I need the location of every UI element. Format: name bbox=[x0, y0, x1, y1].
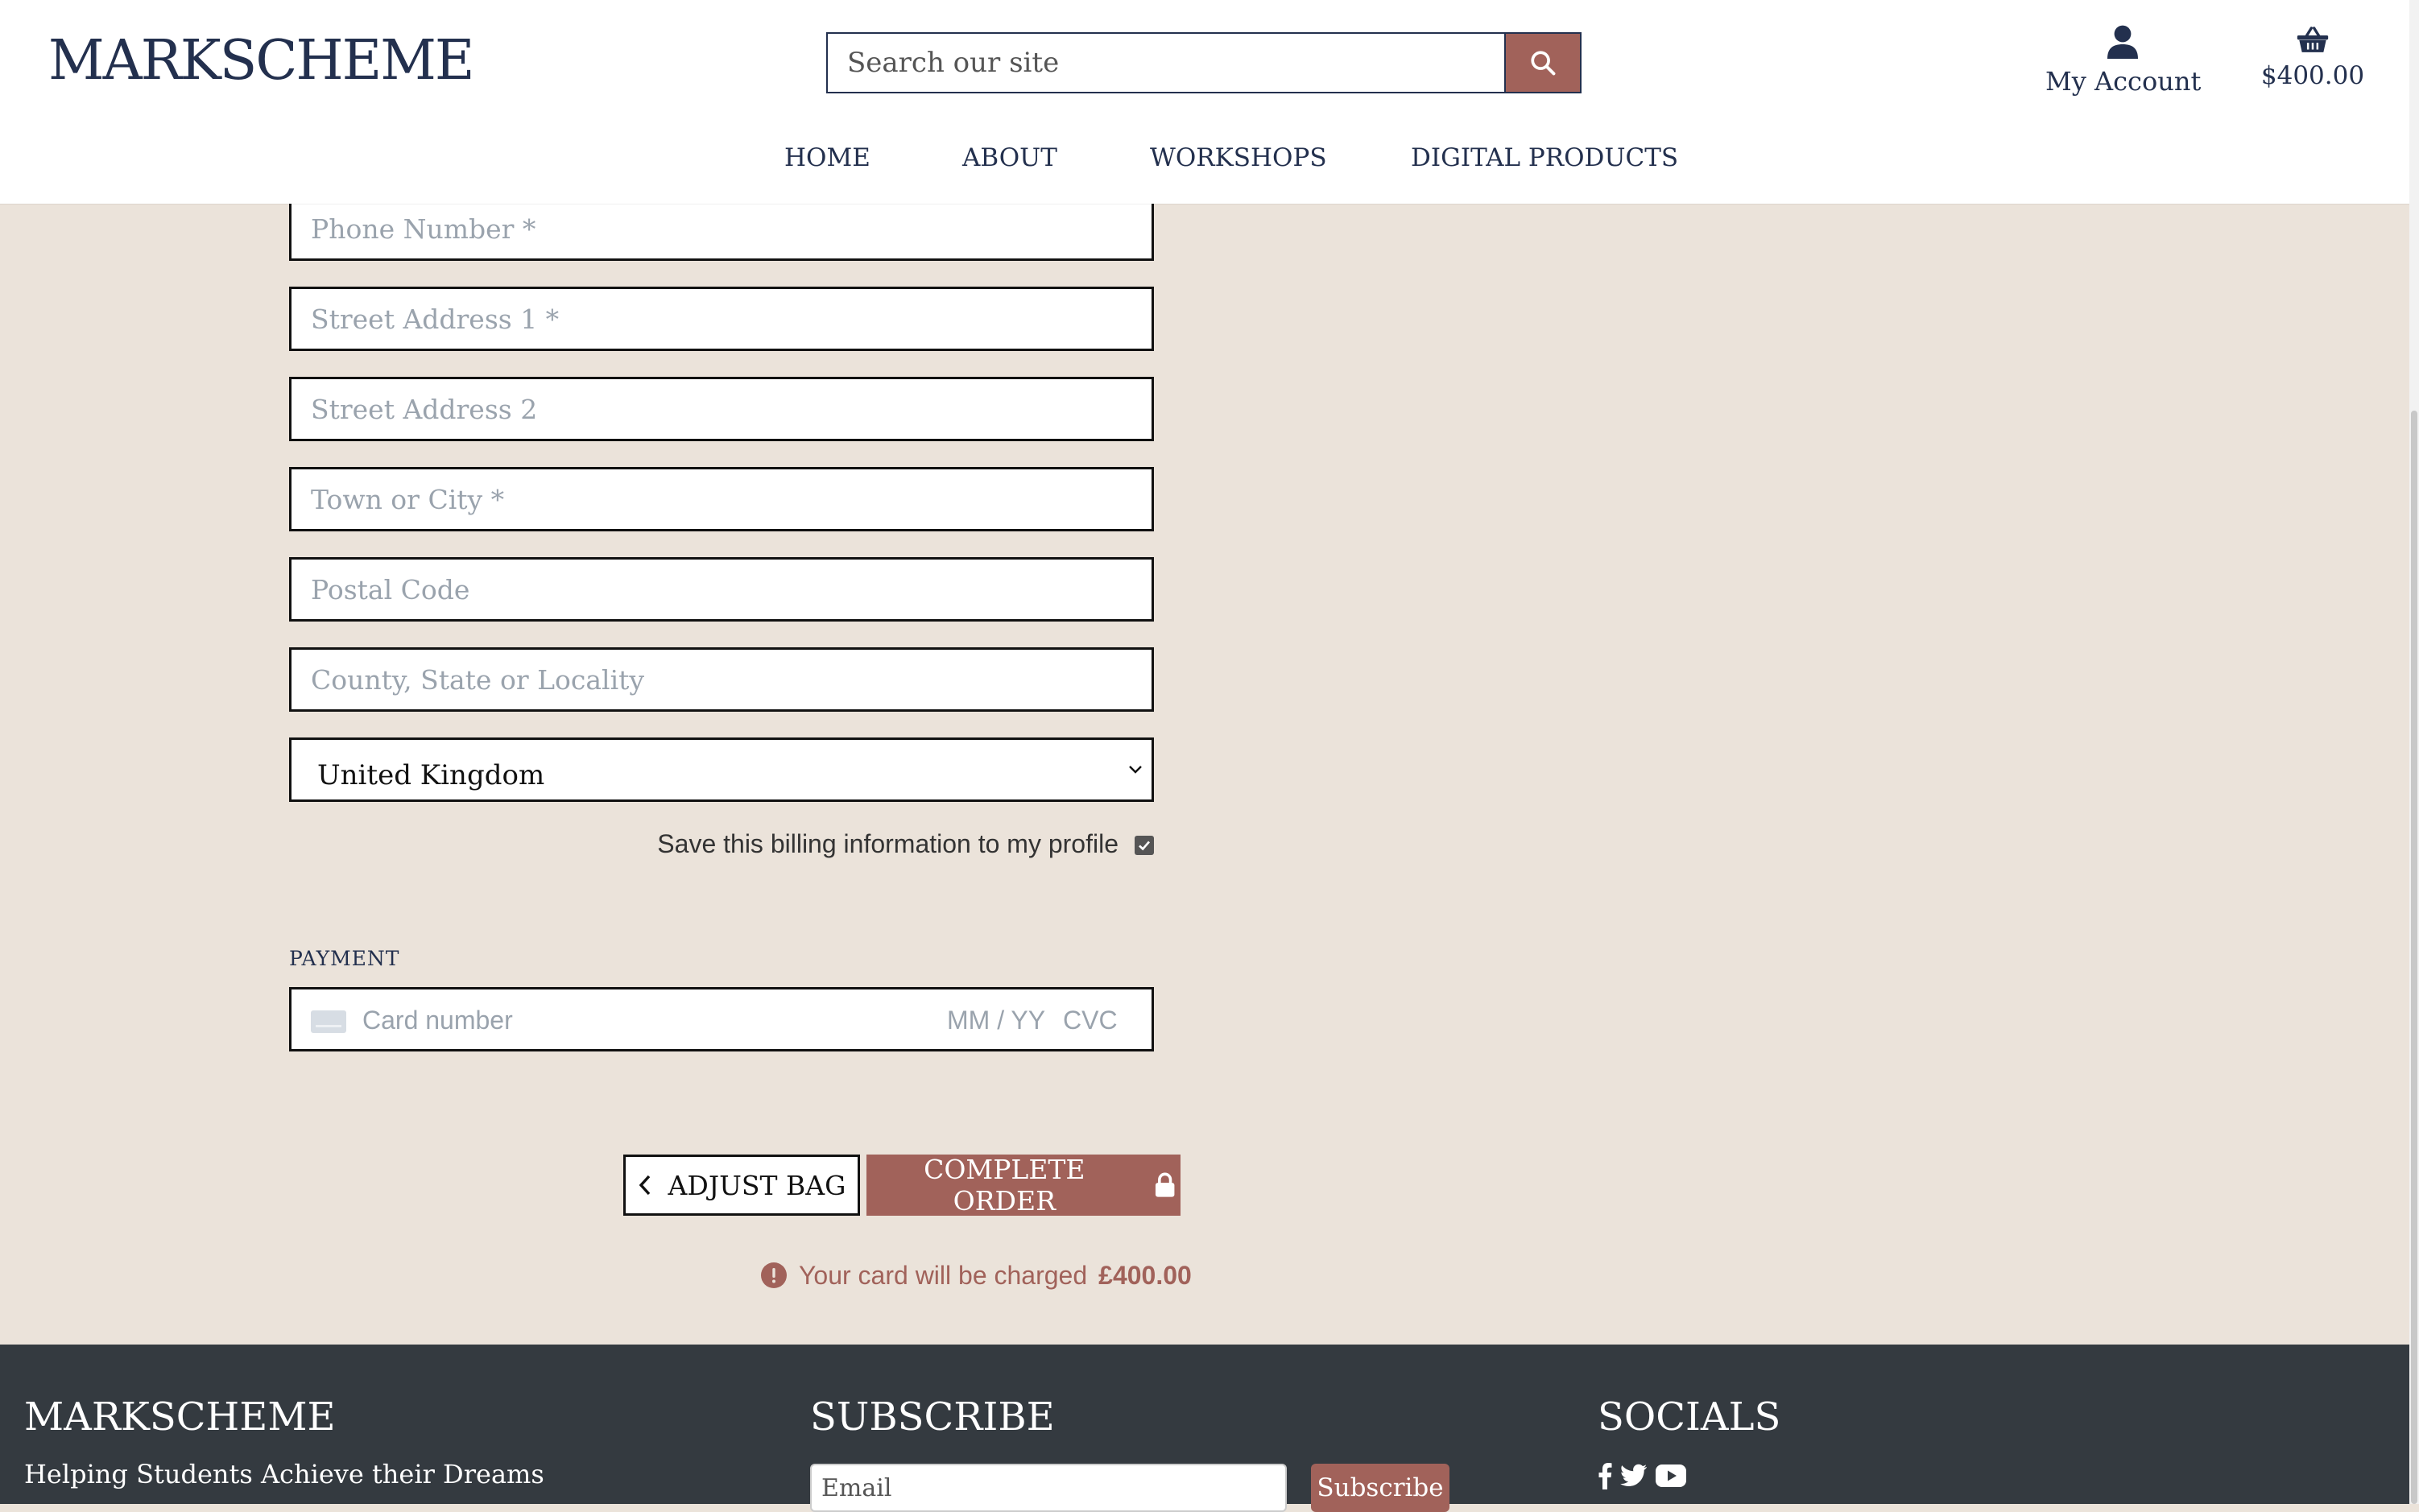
lock-icon bbox=[1155, 1172, 1175, 1197]
youtube-icon[interactable] bbox=[1656, 1464, 1686, 1487]
card-cvc-placeholder: CVC bbox=[1063, 1006, 1118, 1035]
footer-tagline: Helping Students Achieve their Dreams bbox=[24, 1459, 544, 1489]
credit-card-icon bbox=[311, 1010, 346, 1033]
card-input[interactable]: Card number MM / YY CVC bbox=[289, 987, 1154, 1051]
exclamation-circle-icon bbox=[761, 1262, 787, 1288]
search-button[interactable] bbox=[1504, 32, 1582, 93]
site-footer: MARKSCHEME Helping Students Achieve thei… bbox=[0, 1345, 2409, 1512]
country-select[interactable]: United Kingdom bbox=[289, 737, 1154, 802]
county-input[interactable] bbox=[289, 647, 1154, 712]
street-address-2-input[interactable] bbox=[289, 377, 1154, 441]
subscribe-heading: SUBSCRIBE bbox=[810, 1394, 1055, 1440]
nav-about[interactable]: ABOUT bbox=[962, 143, 1057, 172]
search-icon bbox=[1531, 51, 1556, 76]
site-logo[interactable]: MARKSCHEME bbox=[48, 29, 475, 93]
shopping-bag-link[interactable]: $400.00 bbox=[2255, 26, 2371, 90]
save-info-row: Save this billing information to my prof… bbox=[612, 829, 1154, 865]
basket-icon bbox=[2297, 27, 2329, 52]
town-city-input[interactable] bbox=[289, 467, 1154, 531]
complete-order-button[interactable]: COMPLETE ORDER bbox=[866, 1154, 1181, 1217]
payment-heading: PAYMENT bbox=[289, 947, 400, 970]
postal-code-input[interactable] bbox=[289, 557, 1154, 622]
adjust-bag-label: ADJUST BAG bbox=[668, 1169, 846, 1201]
charge-text: Your card will be charged bbox=[799, 1260, 1088, 1290]
nav-digital-products[interactable]: DIGITAL PRODUCTS bbox=[1411, 143, 1678, 172]
my-account-label: My Account bbox=[2045, 66, 2202, 97]
facebook-icon[interactable] bbox=[1598, 1462, 1612, 1489]
nav-home[interactable]: HOME bbox=[784, 143, 870, 172]
site-header: MARKSCHEME My Account $400.00 HOME A bbox=[0, 0, 2409, 204]
search-input[interactable] bbox=[826, 32, 1504, 93]
subscribe-button[interactable]: Subscribe bbox=[1311, 1464, 1449, 1512]
chevron-left-icon bbox=[639, 1175, 650, 1196]
complete-order-label: COMPLETE ORDER bbox=[924, 1154, 1085, 1217]
main-nav: HOME ABOUT WORKSHOPS DIGITAL PRODUCTS bbox=[0, 143, 2409, 177]
adjust-bag-button[interactable]: ADJUST BAG bbox=[623, 1155, 860, 1216]
scrollbar-thumb[interactable] bbox=[2411, 411, 2417, 1504]
socials-heading: SOCIALS bbox=[1598, 1394, 1781, 1440]
subscribe-email-input[interactable] bbox=[810, 1464, 1287, 1512]
user-icon bbox=[2107, 25, 2138, 59]
card-number-placeholder: Card number bbox=[362, 1006, 513, 1035]
save-info-label: Save this billing information to my prof… bbox=[657, 829, 1119, 858]
charge-notice: Your card will be charged £400.00 bbox=[760, 1258, 1192, 1293]
social-links bbox=[1598, 1462, 1686, 1489]
footer-brand: MARKSCHEME bbox=[24, 1394, 336, 1440]
charge-amount: £400.00 bbox=[1098, 1260, 1192, 1290]
save-info-checkbox[interactable] bbox=[1135, 836, 1154, 855]
phone-number-input[interactable] bbox=[289, 196, 1154, 261]
nav-workshops[interactable]: WORKSHOPS bbox=[1150, 143, 1327, 172]
cart-total: $400.00 bbox=[2260, 61, 2365, 90]
my-account-link[interactable]: My Account bbox=[2045, 24, 2202, 97]
chevron-down-icon bbox=[1129, 766, 1142, 774]
street-address-1-input[interactable] bbox=[289, 287, 1154, 351]
card-expiry-placeholder: MM / YY bbox=[947, 1006, 1046, 1035]
search-bar bbox=[826, 32, 1582, 93]
page-scrollbar[interactable] bbox=[2409, 0, 2419, 1504]
twitter-icon[interactable] bbox=[1620, 1464, 1648, 1488]
checkmark-icon bbox=[1139, 841, 1150, 851]
country-selected-value: United Kingdom bbox=[317, 759, 545, 791]
